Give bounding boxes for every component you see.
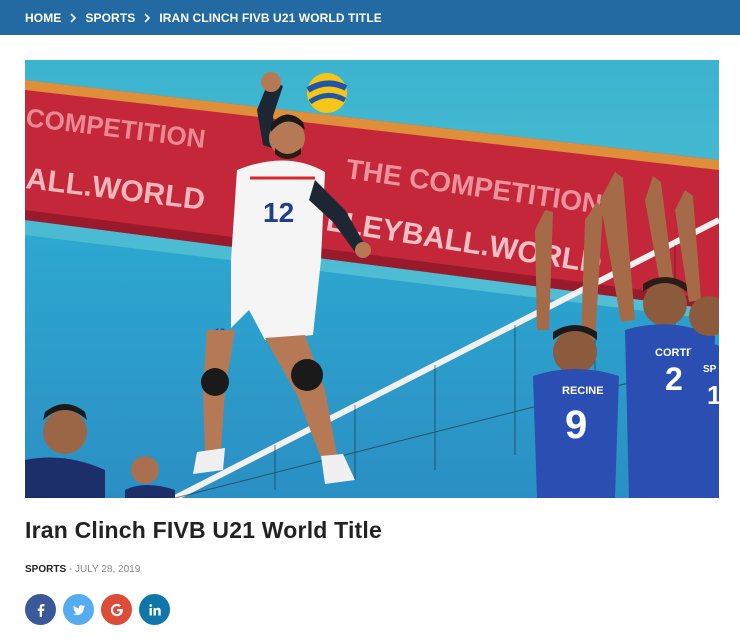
breadcrumb-sports-link[interactable]: SPORTS — [85, 11, 135, 25]
player-jersey-number: 12 — [263, 197, 294, 228]
blocker-name: RECINE — [562, 385, 604, 397]
blocker-number: 2 — [665, 361, 683, 397]
blocker-name: SP — [703, 364, 717, 375]
google-share-button[interactable] — [101, 594, 132, 625]
blocker-number: 9 — [565, 403, 587, 447]
share-buttons — [25, 594, 170, 625]
article-title: Iran Clinch FIVB U21 World Title — [25, 517, 382, 543]
facebook-icon — [37, 603, 44, 617]
volleyball — [306, 73, 348, 113]
blocker-number: 1 — [707, 380, 719, 410]
article-date: JULY 28, 2019 — [75, 564, 141, 575]
article-meta: SPORTS - JULY 28, 2019 — [25, 564, 140, 575]
chevron-right-icon — [61, 12, 85, 23]
linkedin-share-button[interactable] — [139, 594, 170, 625]
chevron-right-icon — [135, 12, 159, 23]
facebook-share-button[interactable] — [25, 594, 56, 625]
breadcrumb-home-link[interactable]: HOME — [25, 11, 61, 25]
twitter-share-button[interactable] — [63, 594, 94, 625]
hero-image: COMPETITION ALL.WORLD THE COMPETITION LL… — [25, 60, 719, 498]
google-icon — [110, 603, 123, 616]
linkedin-icon — [148, 603, 161, 615]
twitter-icon — [72, 604, 85, 615]
breadcrumb: HOME SPORTS IRAN CLINCH FIVB U21 WORLD T… — [0, 0, 740, 35]
date-separator: - — [66, 564, 76, 575]
breadcrumb-current: IRAN CLINCH FIVB U21 WORLD TITLE — [159, 10, 382, 25]
article-category-link[interactable]: SPORTS — [25, 564, 66, 575]
